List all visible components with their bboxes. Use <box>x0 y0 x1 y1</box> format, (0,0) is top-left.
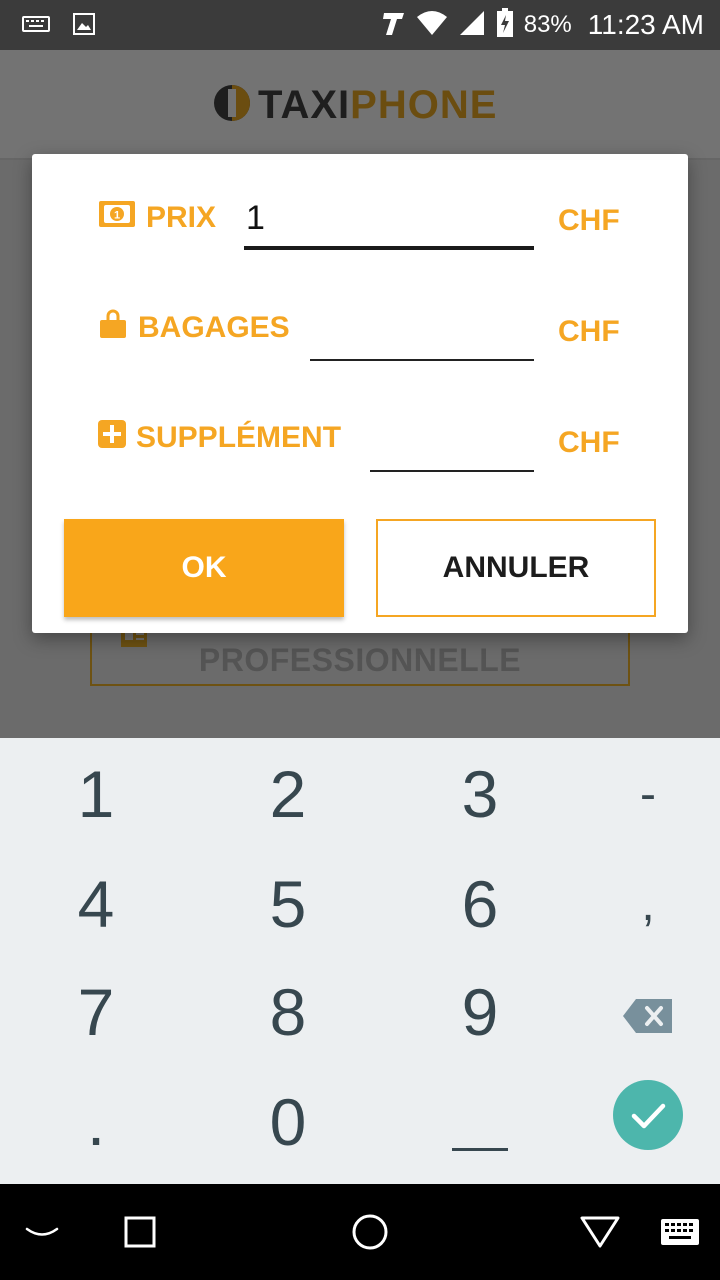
money-icon: 1 <box>98 198 136 238</box>
price-label-text: PRIX <box>146 201 217 234</box>
hide-keyboard-button[interactable] <box>20 1212 64 1256</box>
image-notification-icon <box>72 12 96 41</box>
key-space[interactable] <box>400 1072 560 1172</box>
confirm-key[interactable] <box>568 1072 720 1172</box>
bag-icon <box>98 309 128 347</box>
key-6[interactable]: 6 <box>400 854 560 954</box>
price-input[interactable] <box>244 190 534 250</box>
recents-button[interactable] <box>118 1212 162 1256</box>
key-7[interactable]: 7 <box>16 962 176 1062</box>
key-4[interactable]: 4 <box>16 854 176 954</box>
ok-button[interactable]: OK <box>64 519 344 617</box>
baggage-input[interactable] <box>310 301 534 361</box>
logo-text-taxi: TAXI <box>258 82 351 127</box>
logo-mark-icon <box>212 83 252 128</box>
supplement-input[interactable] <box>370 412 534 472</box>
app-header: TAXI PHONE <box>0 50 720 160</box>
svg-text:1: 1 <box>114 210 120 222</box>
battery-charging-icon <box>496 7 514 43</box>
key-5[interactable]: 5 <box>208 854 368 954</box>
navigation-bar <box>0 1184 720 1280</box>
key-dot[interactable]: . <box>16 1072 176 1172</box>
numeric-keyboard: 1 2 3 - 4 5 6 , 7 8 9 . 0 <box>0 738 720 1184</box>
backspace-icon <box>622 974 674 1050</box>
supplement-label-text: SUPPLÉMENT <box>136 421 342 454</box>
battery-percent: 83% <box>523 11 572 38</box>
key-1[interactable]: 1 <box>16 744 176 844</box>
keyboard-icon <box>660 1218 700 1251</box>
triangle-down-icon <box>579 1215 621 1254</box>
chevron-down-icon <box>25 1224 59 1245</box>
baggage-label: BAGAGES <box>98 309 290 347</box>
price-label: 1 PRIX <box>98 198 216 238</box>
circle-icon <box>351 1213 389 1256</box>
baggage-label-text: BAGAGES <box>138 311 290 344</box>
taxiphone-logo: TAXI PHONE <box>212 82 498 128</box>
key-minus[interactable]: - <box>568 744 720 844</box>
signal-icon <box>458 9 486 42</box>
key-0[interactable]: 0 <box>208 1072 368 1172</box>
keyboard-switch-button[interactable] <box>658 1212 702 1256</box>
plus-box-icon <box>98 420 126 456</box>
carrier-icon <box>382 9 406 42</box>
backspace-key[interactable] <box>568 962 720 1062</box>
supplement-currency: CHF <box>558 426 620 459</box>
logo-text-phone: PHONE <box>350 82 498 127</box>
check-circle-icon <box>612 1079 684 1166</box>
supplement-row: SUPPLÉMENT CHF <box>32 400 688 480</box>
key-8[interactable]: 8 <box>208 962 368 1062</box>
space-glyph <box>452 1147 508 1151</box>
price-dialog: 1 PRIX CHF BAGAGES CHF SUPPLÉMENT CHF OK… <box>32 154 688 633</box>
baggage-currency: CHF <box>558 315 620 348</box>
clock: 11:23 AM <box>587 9 704 40</box>
home-button[interactable] <box>348 1212 392 1256</box>
key-3[interactable]: 3 <box>400 744 560 844</box>
professional-button-label: PROFESSIONNELLE <box>198 642 522 678</box>
status-bar: 83% 11:23 AM <box>0 0 720 50</box>
keyboard-notification-icon <box>22 14 50 39</box>
back-button[interactable] <box>578 1212 622 1256</box>
price-currency: CHF <box>558 204 620 237</box>
wifi-icon <box>416 9 448 42</box>
square-icon <box>123 1215 157 1254</box>
key-2[interactable]: 2 <box>208 744 368 844</box>
price-row: 1 PRIX CHF <box>32 178 688 258</box>
cancel-button[interactable]: ANNULER <box>376 519 656 617</box>
key-comma[interactable]: , <box>568 854 720 954</box>
key-9[interactable]: 9 <box>400 962 560 1062</box>
supplement-label: SUPPLÉMENT <box>98 420 341 456</box>
baggage-row: BAGAGES CHF <box>32 289 688 369</box>
